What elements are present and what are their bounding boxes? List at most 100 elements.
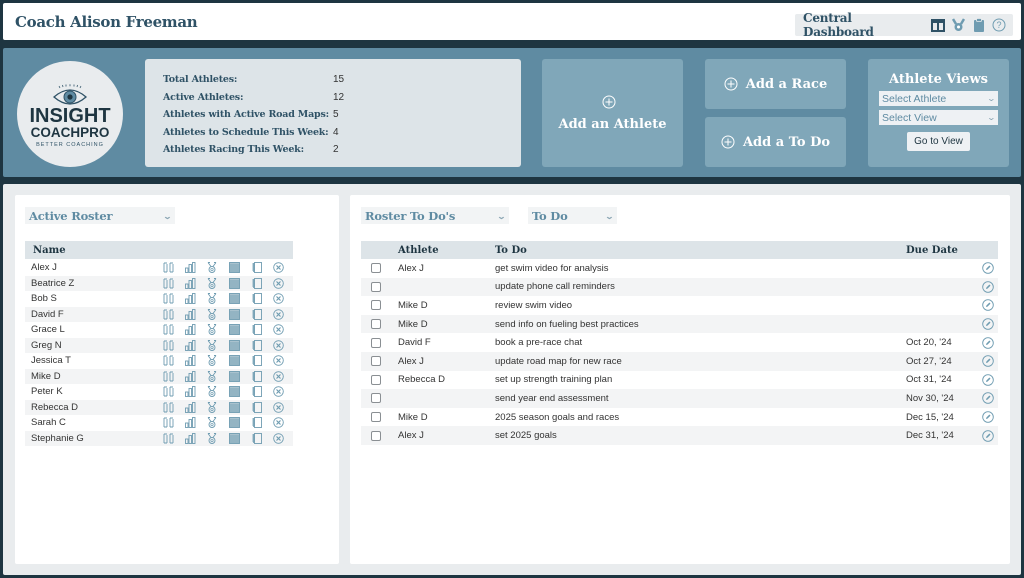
notes-icon[interactable] bbox=[223, 432, 245, 444]
remove-icon[interactable] bbox=[267, 417, 289, 429]
road-map-icon[interactable] bbox=[157, 386, 179, 397]
central-dashboard-link[interactable]: Central Dashboard bbox=[803, 11, 917, 39]
remove-icon[interactable] bbox=[267, 277, 289, 289]
edit-icon[interactable] bbox=[982, 262, 994, 275]
remove-icon[interactable] bbox=[267, 293, 289, 305]
stats-chart-icon[interactable] bbox=[179, 293, 201, 305]
stats-chart-icon[interactable] bbox=[179, 417, 201, 429]
todo-checkbox[interactable] bbox=[371, 356, 381, 367]
notebook-icon[interactable] bbox=[245, 339, 267, 351]
todo-checkbox[interactable] bbox=[371, 374, 381, 385]
notes-icon[interactable] bbox=[223, 277, 245, 289]
road-map-icon[interactable] bbox=[157, 309, 179, 320]
notebook-icon[interactable] bbox=[245, 417, 267, 429]
todo-checkbox[interactable] bbox=[371, 263, 381, 274]
notebook-icon[interactable] bbox=[245, 308, 267, 320]
road-map-icon[interactable] bbox=[157, 293, 179, 304]
medal-icon[interactable] bbox=[201, 308, 223, 320]
notes-icon[interactable] bbox=[223, 355, 245, 367]
road-map-icon[interactable] bbox=[157, 262, 179, 273]
athlete-name[interactable]: Jessica T bbox=[25, 355, 157, 366]
notes-icon[interactable] bbox=[223, 386, 245, 398]
todo-status-dropdown[interactable]: To Do ⌄ bbox=[528, 207, 617, 224]
notes-icon[interactable] bbox=[223, 339, 245, 351]
notebook-icon[interactable] bbox=[245, 432, 267, 444]
go-to-view-button[interactable]: Go to View bbox=[907, 132, 970, 151]
athlete-name[interactable]: Bob S bbox=[25, 293, 157, 304]
medal-icon[interactable] bbox=[952, 18, 966, 32]
medal-icon[interactable] bbox=[201, 370, 223, 382]
select-view-dropdown[interactable]: Select View ⌄ bbox=[879, 110, 998, 125]
stats-chart-icon[interactable] bbox=[179, 324, 201, 336]
todo-checkbox[interactable] bbox=[371, 412, 381, 423]
road-map-icon[interactable] bbox=[157, 324, 179, 335]
stats-chart-icon[interactable] bbox=[179, 432, 201, 444]
todo-checkbox[interactable] bbox=[371, 337, 381, 348]
notes-icon[interactable] bbox=[223, 370, 245, 382]
remove-icon[interactable] bbox=[267, 432, 289, 444]
remove-icon[interactable] bbox=[267, 401, 289, 413]
medal-icon[interactable] bbox=[201, 432, 223, 444]
remove-icon[interactable] bbox=[267, 262, 289, 274]
stats-chart-icon[interactable] bbox=[179, 308, 201, 320]
medal-icon[interactable] bbox=[201, 293, 223, 305]
medal-icon[interactable] bbox=[201, 262, 223, 274]
road-map-icon[interactable] bbox=[157, 278, 179, 289]
athlete-name[interactable]: Alex J bbox=[25, 262, 157, 273]
edit-icon[interactable] bbox=[982, 336, 994, 349]
athlete-name[interactable]: David F bbox=[25, 309, 157, 320]
road-map-icon[interactable] bbox=[157, 371, 179, 382]
layout-columns-icon[interactable] bbox=[931, 18, 946, 32]
edit-icon[interactable] bbox=[982, 281, 994, 293]
edit-icon[interactable] bbox=[982, 392, 994, 405]
athlete-name[interactable]: Mike D bbox=[25, 371, 157, 382]
remove-icon[interactable] bbox=[267, 339, 289, 351]
medal-icon[interactable] bbox=[201, 401, 223, 413]
notes-icon[interactable] bbox=[223, 262, 245, 274]
athlete-name[interactable]: Rebecca D bbox=[25, 402, 157, 413]
stats-chart-icon[interactable] bbox=[179, 386, 201, 398]
edit-icon[interactable] bbox=[982, 411, 994, 423]
todo-checkbox[interactable] bbox=[371, 393, 381, 404]
notebook-icon[interactable] bbox=[245, 293, 267, 305]
remove-icon[interactable] bbox=[267, 355, 289, 367]
medal-icon[interactable] bbox=[201, 277, 223, 289]
select-athlete-dropdown[interactable]: Select Athlete ⌄ bbox=[879, 91, 998, 106]
notebook-icon[interactable] bbox=[245, 355, 267, 367]
stats-chart-icon[interactable] bbox=[179, 277, 201, 289]
stats-chart-icon[interactable] bbox=[179, 355, 201, 367]
athlete-name[interactable]: Peter K bbox=[25, 386, 157, 397]
todo-checkbox[interactable] bbox=[371, 300, 381, 311]
athlete-name[interactable]: Greg N bbox=[25, 340, 157, 351]
notes-icon[interactable] bbox=[223, 324, 245, 336]
notebook-icon[interactable] bbox=[245, 370, 267, 382]
todo-checkbox[interactable] bbox=[371, 281, 381, 292]
edit-icon[interactable] bbox=[982, 429, 994, 442]
road-map-icon[interactable] bbox=[157, 402, 179, 413]
notes-icon[interactable] bbox=[223, 417, 245, 429]
notebook-icon[interactable] bbox=[245, 277, 267, 289]
add-todo-button[interactable]: Add a To Do bbox=[705, 117, 846, 167]
add-athlete-button[interactable]: Add an Athlete bbox=[542, 59, 683, 167]
remove-icon[interactable] bbox=[267, 370, 289, 382]
road-map-icon[interactable] bbox=[157, 417, 179, 428]
athlete-name[interactable]: Grace L bbox=[25, 324, 157, 335]
remove-icon[interactable] bbox=[267, 386, 289, 398]
clipboard-icon[interactable] bbox=[972, 18, 985, 32]
notebook-icon[interactable] bbox=[245, 386, 267, 398]
todo-scope-dropdown[interactable]: Roster To Do's ⌄ bbox=[361, 207, 509, 224]
notebook-icon[interactable] bbox=[245, 324, 267, 336]
notes-icon[interactable] bbox=[223, 401, 245, 413]
add-race-button[interactable]: Add a Race bbox=[705, 59, 846, 109]
notebook-icon[interactable] bbox=[245, 401, 267, 413]
athlete-name[interactable]: Sarah C bbox=[25, 417, 157, 428]
medal-icon[interactable] bbox=[201, 339, 223, 351]
medal-icon[interactable] bbox=[201, 324, 223, 336]
notes-icon[interactable] bbox=[223, 308, 245, 320]
edit-icon[interactable] bbox=[982, 318, 994, 330]
roster-filter-dropdown[interactable]: Active Roster ⌄ bbox=[25, 207, 175, 224]
edit-icon[interactable] bbox=[982, 299, 994, 312]
medal-icon[interactable] bbox=[201, 417, 223, 429]
stats-chart-icon[interactable] bbox=[179, 370, 201, 382]
remove-icon[interactable] bbox=[267, 324, 289, 336]
